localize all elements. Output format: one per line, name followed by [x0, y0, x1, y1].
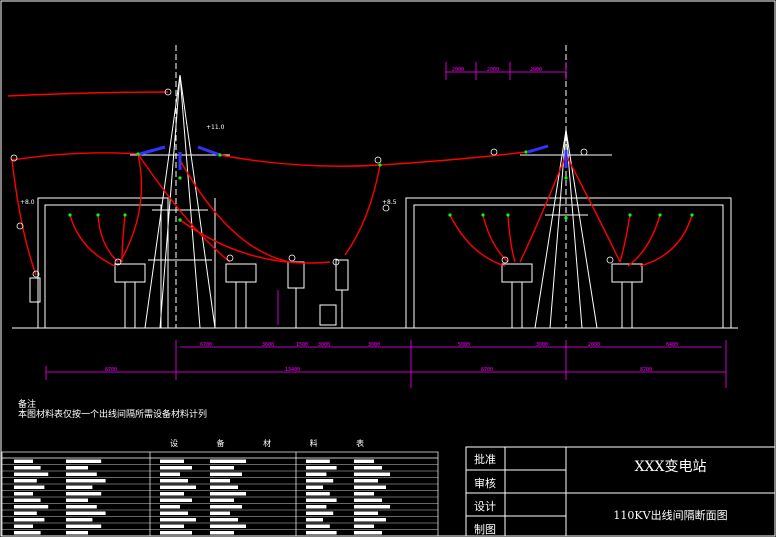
dim-row1-7: 3000	[536, 342, 549, 348]
label-draw: 制图	[474, 523, 496, 536]
dim-row1-8: 2000	[588, 342, 601, 348]
left-gantry	[37, 197, 216, 329]
callout-markers	[10, 88, 614, 278]
dim-row2-2: 13400	[285, 367, 301, 373]
dim-row2-3: 8700	[481, 367, 494, 373]
notes-line-1: 本图材料表仅按一个出线间隔所需设备材料计列	[18, 410, 208, 420]
dim-row2-1: 8700	[105, 367, 118, 373]
dim-row1-1: 6700	[200, 342, 213, 348]
dim-top-1: 2000	[452, 67, 465, 73]
elevation-label-right: +8.5	[382, 199, 397, 206]
dimension-lines	[45, 62, 727, 388]
dim-row1-5: 3000	[368, 342, 381, 348]
elevation-label-left: +8.0	[20, 199, 35, 206]
dim-row1-3: 1500	[296, 342, 309, 348]
label-design: 设计	[474, 500, 496, 513]
dim-top-3: 2000	[530, 67, 543, 73]
dim-row1-4: 3000	[318, 342, 331, 348]
project-name: XXX变电站	[634, 459, 707, 475]
right-tower	[520, 45, 612, 329]
conductors	[7, 91, 693, 276]
drawing-name: 110KV出线间隔断面图	[613, 509, 728, 522]
dim-top-2: 2000	[487, 67, 500, 73]
material-table-title: 设 备 材 料 表	[170, 439, 383, 448]
dim-row1-2: 3600	[262, 342, 275, 348]
right-gantry	[405, 197, 732, 329]
label-approve: 批准	[474, 453, 496, 466]
dim-row2-4: 8700	[640, 367, 653, 373]
equipment-supports	[29, 259, 643, 328]
label-review: 审核	[474, 477, 496, 490]
elevation-label-top: +11.0	[206, 124, 225, 131]
material-table-rows	[2, 459, 438, 537]
dim-row1-6: 5000	[458, 342, 471, 348]
dim-row1-9: 6400	[666, 342, 679, 348]
